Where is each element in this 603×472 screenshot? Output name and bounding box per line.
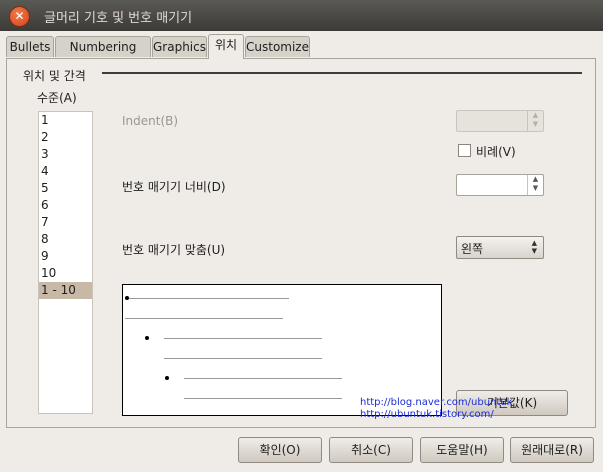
level-item-4[interactable]: 4 xyxy=(39,163,92,180)
indent-spin-buttons: ▲ ▼ xyxy=(527,111,543,131)
tab-bullets[interactable]: Bullets xyxy=(6,36,54,57)
preview-line xyxy=(164,358,322,359)
level-item-1[interactable]: 1 xyxy=(39,112,92,129)
level-list[interactable]: 1 2 3 4 5 6 7 8 9 10 1 - 10 xyxy=(38,111,93,414)
level-item-5[interactable]: 5 xyxy=(39,180,92,197)
numbering-width-spin-buttons[interactable]: ▲ ▼ xyxy=(527,175,543,195)
title-bar: ✕ 글머리 기호 및 번호 매기기 xyxy=(0,0,603,31)
level-item-9[interactable]: 9 xyxy=(39,248,92,265)
level-item-8[interactable]: 8 xyxy=(39,231,92,248)
preview-line xyxy=(164,338,322,339)
numbering-align-label: 번호 매기기 맞춤(U) xyxy=(122,243,226,257)
preview-line xyxy=(184,398,342,399)
indent-field: ▲ ▼ xyxy=(456,110,544,132)
level-label: 수준(A) xyxy=(37,91,77,105)
preview-line xyxy=(125,318,283,319)
window-title: 글머리 기호 및 번호 매기기 xyxy=(44,11,193,26)
indent-label: Indent(B) xyxy=(122,114,179,128)
watermark-line-1: http://blog.naver.com/ubuntuk xyxy=(360,397,513,408)
tab-customize[interactable]: Customize xyxy=(245,36,310,57)
numbering-width-field[interactable]: ▲ ▼ xyxy=(456,174,544,196)
level-item-10[interactable]: 10 xyxy=(39,265,92,282)
tab-position[interactable]: 위치 xyxy=(208,34,244,59)
level-item-1-10[interactable]: 1 - 10 xyxy=(39,282,92,299)
tab-numbering-type[interactable]: Numbering type xyxy=(55,36,151,75)
preview-bullet-2 xyxy=(145,336,149,340)
relative-label: 비례(V) xyxy=(476,145,516,159)
numbering-align-value: 왼쪽 xyxy=(461,242,484,256)
cancel-button[interactable]: 취소(C) xyxy=(329,437,413,463)
numbering-align-select[interactable]: 왼쪽 ▲ ▼ xyxy=(456,236,544,259)
level-item-6[interactable]: 6 xyxy=(39,197,92,214)
tab-panel-position: 위치 및 간격 수준(A) 1 2 3 4 5 6 7 8 9 10 1 - 1… xyxy=(6,58,596,428)
close-icon[interactable]: ✕ xyxy=(9,6,30,27)
level-item-2[interactable]: 2 xyxy=(39,129,92,146)
preview-bullet-3 xyxy=(165,376,169,380)
relative-checkbox[interactable] xyxy=(458,144,471,157)
chevron-updown-icon: ▲ ▼ xyxy=(531,239,537,255)
level-item-3[interactable]: 3 xyxy=(39,146,92,163)
preview-line xyxy=(129,298,289,299)
reset-button[interactable]: 원래대로(R) xyxy=(510,437,594,463)
dialog-window: ✕ 글머리 기호 및 번호 매기기 Bullets Numbering type… xyxy=(0,0,603,472)
numbering-width-label: 번호 매기기 너비(D) xyxy=(122,180,226,194)
help-button[interactable]: 도움말(H) xyxy=(420,437,504,463)
ok-button[interactable]: 확인(O) xyxy=(238,437,322,463)
group-divider xyxy=(102,72,582,74)
position-group-title: 위치 및 간격 xyxy=(23,69,86,83)
watermark-line-2: http://ubuntuk.tistory.com/ xyxy=(360,409,494,420)
level-item-7[interactable]: 7 xyxy=(39,214,92,231)
tab-graphics[interactable]: Graphics xyxy=(152,36,207,57)
preview-line xyxy=(184,378,342,379)
